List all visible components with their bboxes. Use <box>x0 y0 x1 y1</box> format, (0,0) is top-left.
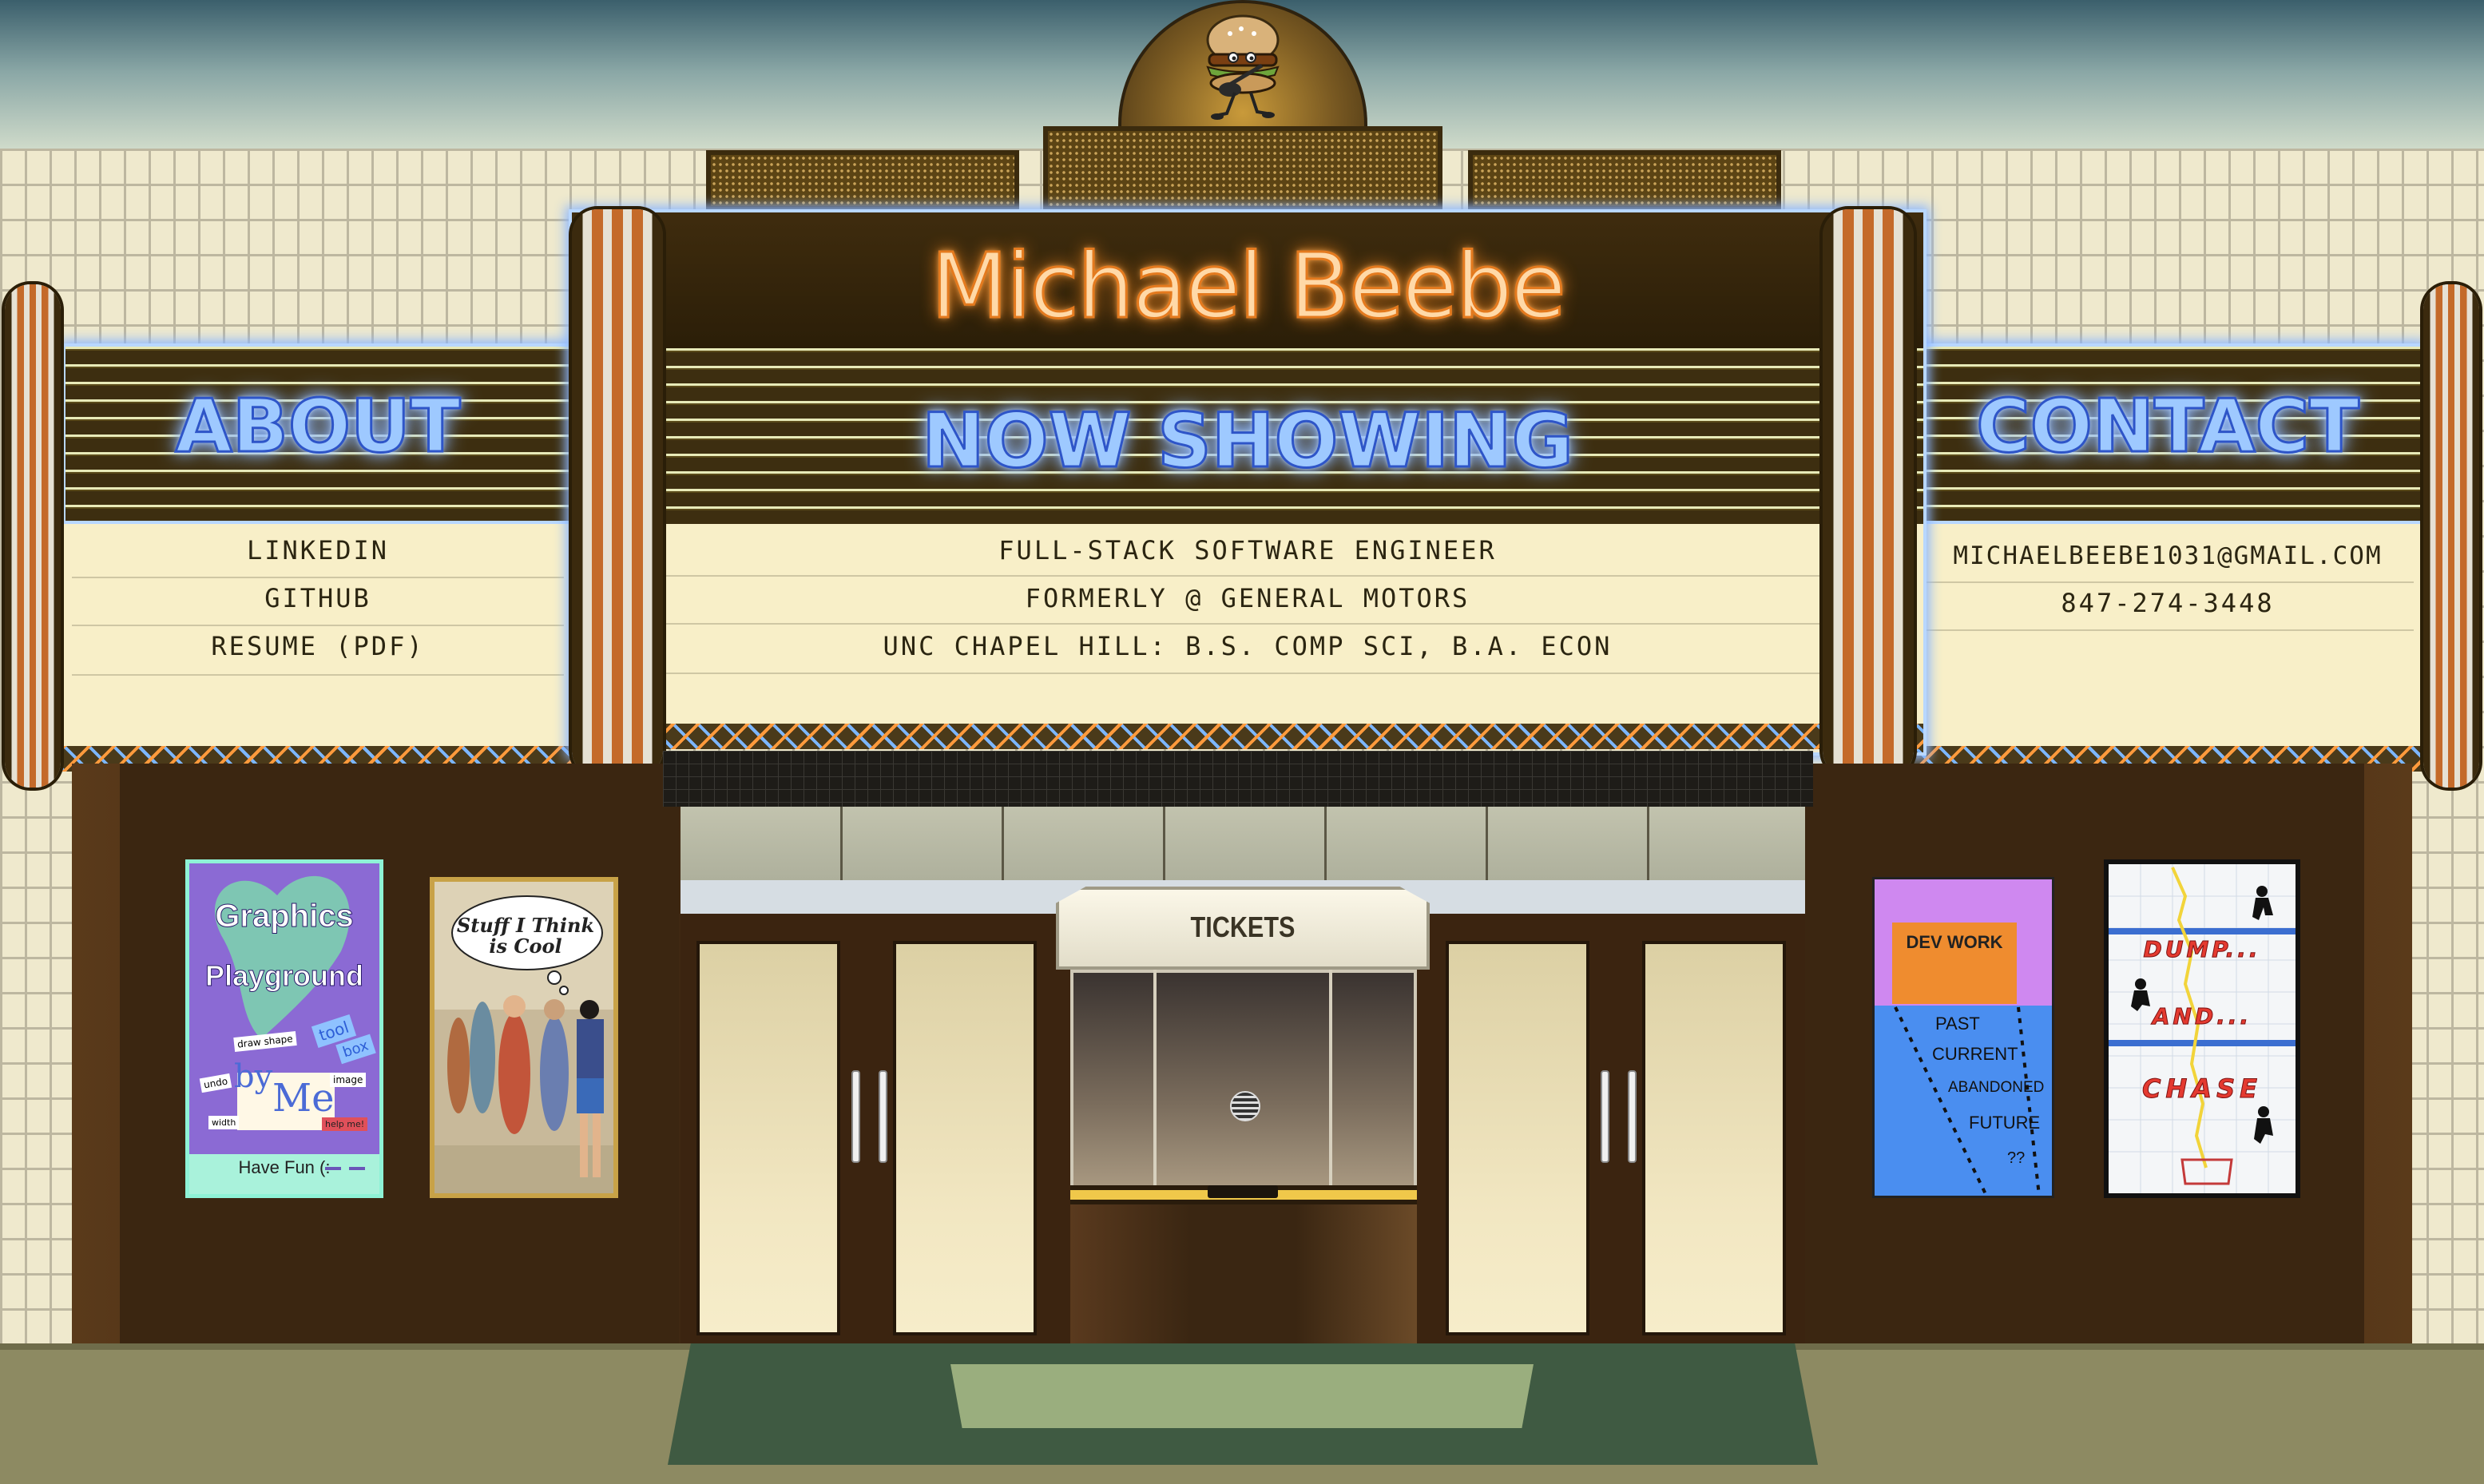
pillar-far-right <box>2423 284 2479 788</box>
board-rule <box>1922 629 2414 631</box>
timeline-dashes <box>1894 1006 2041 1196</box>
ticket-booth-window <box>1070 970 1417 1193</box>
door-right-inner[interactable] <box>1446 941 1589 1335</box>
booth-window-frame <box>1153 970 1157 1193</box>
door-handle[interactable] <box>879 1070 887 1163</box>
board-rule <box>601 623 1895 625</box>
tag-help-me: help me! <box>322 1117 368 1131</box>
door-handle[interactable] <box>851 1070 860 1163</box>
contact-sign-band: CONTACT <box>1912 343 2423 524</box>
site-title: Michael Beebe <box>930 234 1567 340</box>
vent-left <box>706 150 1019 211</box>
resume-link[interactable]: RESUME (PDF) <box>62 631 573 661</box>
dev-item-unknown: ?? <box>2007 1149 2026 1167</box>
about-sign-band: ABOUT <box>62 343 573 524</box>
door-right-outer[interactable] <box>1642 941 1786 1335</box>
about-heading: ABOUT <box>174 383 462 470</box>
center-letter-board: FULL-STACK SOFTWARE ENGINEER FORMERLY @ … <box>572 524 1923 728</box>
now-showing-band: NOW SHOWING <box>572 348 1923 524</box>
board-rule <box>72 625 564 626</box>
board-rule <box>72 577 564 578</box>
pillar-far-left <box>5 284 61 788</box>
github-link[interactable]: GITHUB <box>62 583 573 613</box>
tickets-label: TICKETS <box>1190 911 1296 943</box>
board-rule <box>601 673 1895 674</box>
about-letter-board: LINKEDIN GITHUB RESUME (PDF) <box>62 524 573 749</box>
transom-divider <box>1324 807 1327 880</box>
contact-letter-board: MICHAELBEEBE1031@GMAIL.COM 847-274-3448 <box>1912 524 2423 749</box>
chase-word: CHASE <box>2142 1073 2262 1105</box>
dev-item-current: CURRENT <box>1932 1044 2018 1064</box>
board-rule <box>1922 581 2414 583</box>
dev-work-poster[interactable]: DEV WORK PAST CURRENT ABANDONED FUTURE ?… <box>1872 877 2054 1198</box>
graphics-playground-poster[interactable]: Graphics Playground by Me draw shape too… <box>185 859 383 1198</box>
vent-right <box>1468 150 1781 211</box>
transom-divider <box>1486 807 1488 880</box>
email-link[interactable]: MICHAELBEEBE1031@GMAIL.COM <box>1912 542 2423 570</box>
board-rule <box>601 575 1895 577</box>
contact-marquee: CONTACT MICHAELBEEBE1031@GMAIL.COM 847-2… <box>1912 343 2423 775</box>
entry-mat-inner <box>950 1364 1534 1428</box>
vent-center <box>1043 126 1442 211</box>
headline-education: UNC CHAPEL HILL: B.S. COMP SCI, B.A. ECO… <box>883 631 1613 661</box>
linkedin-link[interactable]: LINKEDIN <box>62 535 573 565</box>
transom-divider <box>1647 807 1649 880</box>
transom <box>681 807 1805 880</box>
headline-role: FULL-STACK SOFTWARE ENGINEER <box>998 535 1497 565</box>
transom-divider <box>1163 807 1165 880</box>
dev-item-abandoned: ABANDONED <box>1948 1079 2045 1096</box>
transom-divider <box>1002 807 1004 880</box>
me-text: Me <box>272 1076 335 1121</box>
about-marquee: ABOUT LINKEDIN GITHUB RESUME (PDF) <box>62 343 573 775</box>
board-rule <box>72 674 564 676</box>
transom-divider <box>840 807 843 880</box>
tile-strip <box>663 751 1813 807</box>
dev-item-past: PAST <box>1935 1014 1980 1034</box>
chase-lights <box>572 724 1923 749</box>
dev-item-future: FUTURE <box>1969 1113 2041 1133</box>
stuff-i-think-is-cool-poster[interactable]: Stuff I Think is Cool <box>430 877 618 1198</box>
stuff-title: Stuff I Think is Cool <box>456 914 595 958</box>
phone-number[interactable]: 847-274-3448 <box>1912 588 2423 618</box>
have-fun-text: Have Fun (: <box>238 1157 331 1177</box>
pillar-center-right <box>1823 209 1914 776</box>
burger-guitar-logo-icon[interactable] <box>1195 10 1291 129</box>
by-text: by <box>234 1058 273 1095</box>
tag-width: width <box>208 1116 240 1129</box>
title-band: Michael Beebe <box>572 212 1923 348</box>
pillar-center-left <box>572 209 663 776</box>
booth-base <box>1070 1204 1417 1359</box>
door-left-outer[interactable] <box>696 941 840 1335</box>
graphics-subtitle: Playground <box>204 959 364 993</box>
main-marquee: Michael Beebe NOW SHOWING FULL-STACK SOF… <box>569 209 1926 756</box>
and-word: AND... <box>2152 1003 2252 1030</box>
contact-heading: CONTACT <box>1975 383 2361 470</box>
headline-employer: FORMERLY @ GENERAL MOTORS <box>1025 583 1470 613</box>
tag-image: image <box>330 1073 367 1087</box>
graphics-title: Graphics <box>215 899 354 934</box>
ticket-slot <box>1208 1185 1278 1198</box>
now-showing-heading: NOW SHOWING <box>921 397 1575 486</box>
booth-window-frame <box>1329 970 1332 1193</box>
door-handle[interactable] <box>1601 1070 1609 1163</box>
dump-and-chase-poster[interactable]: DUMP... AND... CHASE <box>2104 859 2300 1198</box>
door-handle[interactable] <box>1628 1070 1637 1163</box>
door-left-inner[interactable] <box>893 941 1037 1335</box>
dump-word: DUMP... <box>2143 936 2261 963</box>
speaker-icon <box>1230 1091 1260 1121</box>
